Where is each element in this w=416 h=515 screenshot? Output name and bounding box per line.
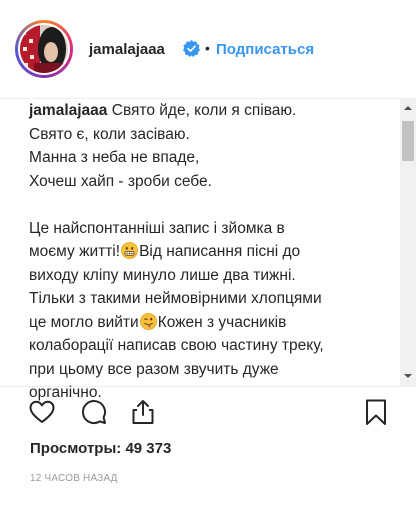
caption-line: Кожен з учасників bbox=[157, 313, 287, 331]
separator-dot: • bbox=[205, 40, 210, 56]
caption-line: Це найспонтанніші запис і зйомка в bbox=[29, 219, 285, 237]
caption-line: моєму житті! bbox=[29, 243, 121, 260]
views-count[interactable]: Просмотры: 49 373 bbox=[30, 440, 171, 457]
avatar[interactable] bbox=[18, 23, 70, 75]
avatar-story-ring[interactable] bbox=[15, 20, 73, 78]
comment-icon[interactable] bbox=[80, 398, 108, 426]
heart-icon[interactable] bbox=[28, 398, 56, 426]
caption-text: jamalajaaa Свято йде, коли я співаю. Свя… bbox=[29, 99, 399, 405]
caption-line: при цьому все разом звучить дуже bbox=[29, 360, 279, 378]
scroll-up-arrow-icon[interactable] bbox=[400, 101, 416, 113]
winking-tongue-emoji-icon bbox=[139, 312, 157, 330]
post-actions-bar bbox=[0, 392, 416, 432]
bookmark-icon[interactable] bbox=[362, 398, 390, 426]
verified-badge-icon bbox=[183, 40, 200, 57]
post-header: jamalajaaa • Подписаться bbox=[0, 0, 416, 99]
post-username[interactable]: jamalajaaa bbox=[89, 41, 165, 58]
caption-line: Свято є, коли засіваю. bbox=[29, 125, 190, 143]
share-icon[interactable] bbox=[129, 398, 157, 426]
caption-username[interactable]: jamalajaaa bbox=[29, 102, 107, 119]
follow-button[interactable]: Подписаться bbox=[216, 41, 314, 58]
caption-line: Хочеш хайп - зроби себе. bbox=[29, 172, 212, 190]
caption-line: Свято йде, коли я співаю. bbox=[111, 102, 297, 119]
caption-scroll-area[interactable]: jamalajaaa Свято йде, коли я співаю. Свя… bbox=[0, 99, 416, 401]
views-number: 49 373 bbox=[125, 440, 172, 457]
caption-line: Тільки з такими неймовірними хлопцями bbox=[29, 290, 322, 307]
grinning-emoji-icon bbox=[121, 242, 138, 259]
caption-line: Манна з неба не впаде, bbox=[29, 149, 200, 166]
caption-line: колаборації написав свою частину треку, bbox=[29, 337, 324, 354]
caption-line: Від написання пісні до bbox=[139, 243, 301, 260]
caption-line: виходу кліпу минуло лише два тижні. bbox=[29, 266, 296, 284]
caption-scrollbar[interactable] bbox=[400, 99, 416, 386]
post-timestamp[interactable]: 12 ЧАСОВ НАЗАД bbox=[30, 473, 118, 484]
caption-line: це могло вийти bbox=[29, 313, 139, 331]
scrollbar-thumb[interactable] bbox=[402, 121, 414, 161]
scroll-down-arrow-icon[interactable] bbox=[400, 369, 416, 381]
views-label: Просмотры: bbox=[30, 440, 122, 457]
